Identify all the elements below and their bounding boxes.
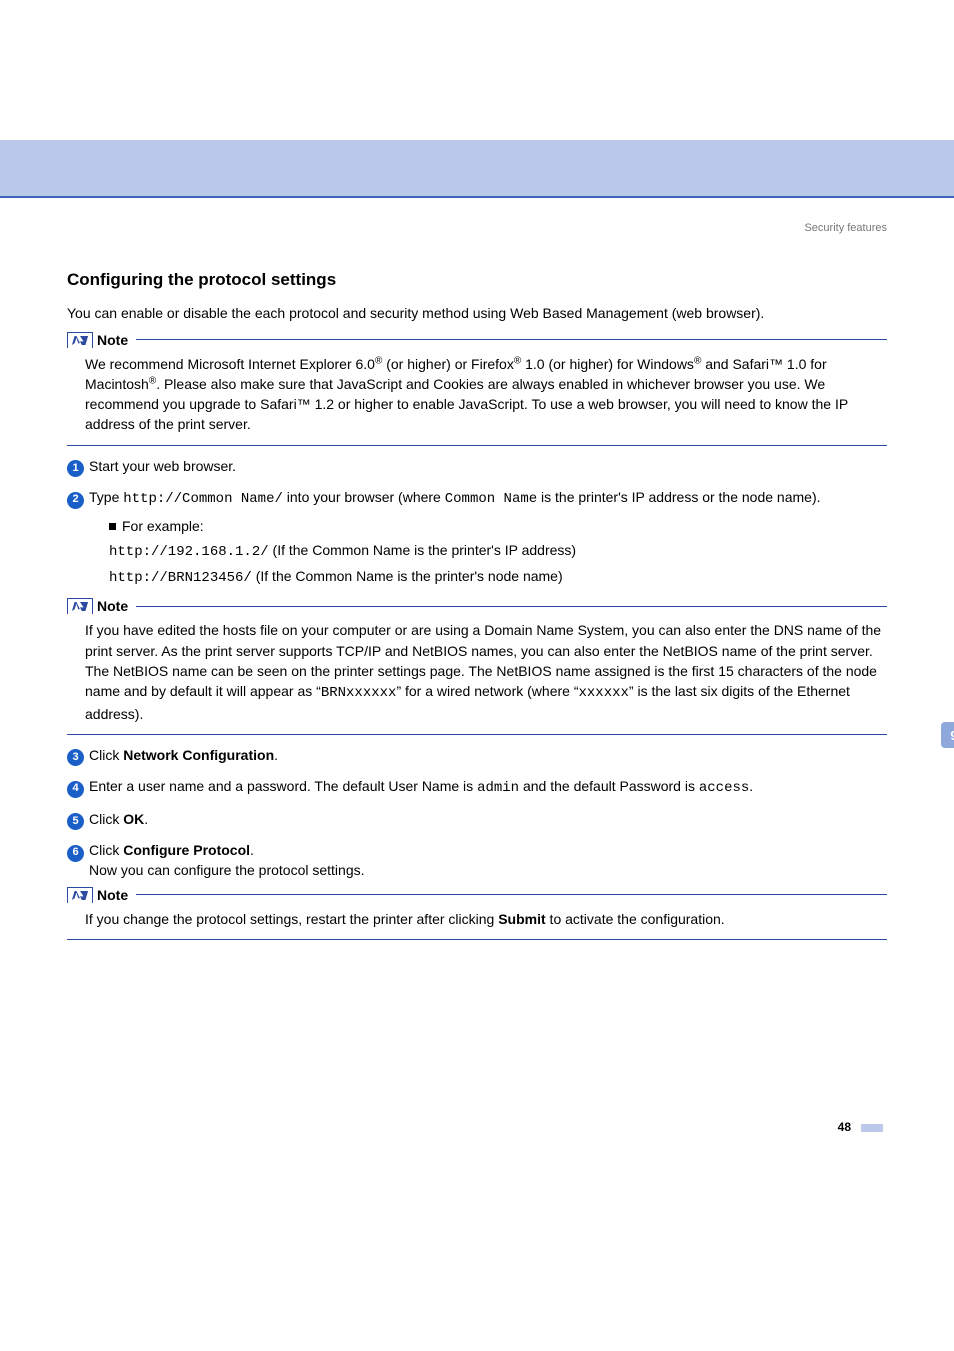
step-6-text: Click Configure Protocol. Now you can co…: [89, 840, 887, 881]
step-bullet-3: 3: [67, 749, 84, 766]
step-bullet-1: 1: [67, 460, 84, 477]
note-divider: [136, 894, 887, 895]
page-footer: 48: [67, 1120, 887, 1134]
for-example-label: For example:: [109, 516, 887, 536]
intro-text: You can enable or disable the each proto…: [67, 304, 887, 324]
note-icon: [67, 332, 93, 348]
note-divider: [136, 339, 887, 340]
step-bullet-5: 5: [67, 813, 84, 830]
step-4-text: Enter a user name and a password. The de…: [89, 776, 887, 798]
note-icon: [67, 598, 93, 614]
step-6: 6 Click Configure Protocol. Now you can …: [67, 840, 887, 881]
step-bullet-4: 4: [67, 781, 84, 798]
note-3-body: If you change the protocol settings, res…: [67, 905, 887, 940]
step-bullet-2: 2: [67, 492, 84, 509]
step-1-text: Start your web browser.: [89, 456, 887, 477]
note-label: Note: [97, 332, 128, 348]
example-url-2: http://BRN123456/ (If the Common Name is…: [109, 566, 887, 588]
step-4: 4 Enter a user name and a password. The …: [67, 776, 887, 798]
step-5: 5 Click OK.: [67, 809, 887, 830]
note-3: Note If you change the protocol settings…: [67, 887, 887, 940]
note-2-body: If you have edited the hosts file on you…: [67, 616, 887, 734]
example-url-1: http://192.168.1.2/ (If the Common Name …: [109, 540, 887, 562]
step-3-text: Click Network Configuration.: [89, 745, 887, 766]
note-label: Note: [97, 598, 128, 614]
page-content: 9 Security features Configuring the prot…: [47, 222, 907, 1134]
breadcrumb: Security features: [67, 222, 887, 234]
page-title: Configuring the protocol settings: [67, 270, 887, 290]
footer-swatch: [861, 1124, 883, 1132]
note-label: Note: [97, 887, 128, 903]
page-number: 48: [838, 1120, 851, 1134]
note-icon: [67, 887, 93, 903]
note-1: Note We recommend Microsoft Internet Exp…: [67, 332, 887, 446]
step-5-text: Click OK.: [89, 809, 887, 830]
note-divider: [136, 606, 887, 607]
step-bullet-6: 6: [67, 845, 84, 862]
chapter-tab: 9: [941, 722, 954, 748]
step-3: 3 Click Network Configuration.: [67, 745, 887, 766]
step-1: 1 Start your web browser.: [67, 456, 887, 477]
step-2: 2 Type http://Common Name/ into your bro…: [67, 487, 887, 592]
header-bar: [0, 140, 954, 198]
step-2-text: Type http://Common Name/ into your brows…: [89, 487, 887, 592]
note-2: Note If you have edited the hosts file o…: [67, 598, 887, 734]
note-1-body: We recommend Microsoft Internet Explorer…: [67, 350, 887, 446]
